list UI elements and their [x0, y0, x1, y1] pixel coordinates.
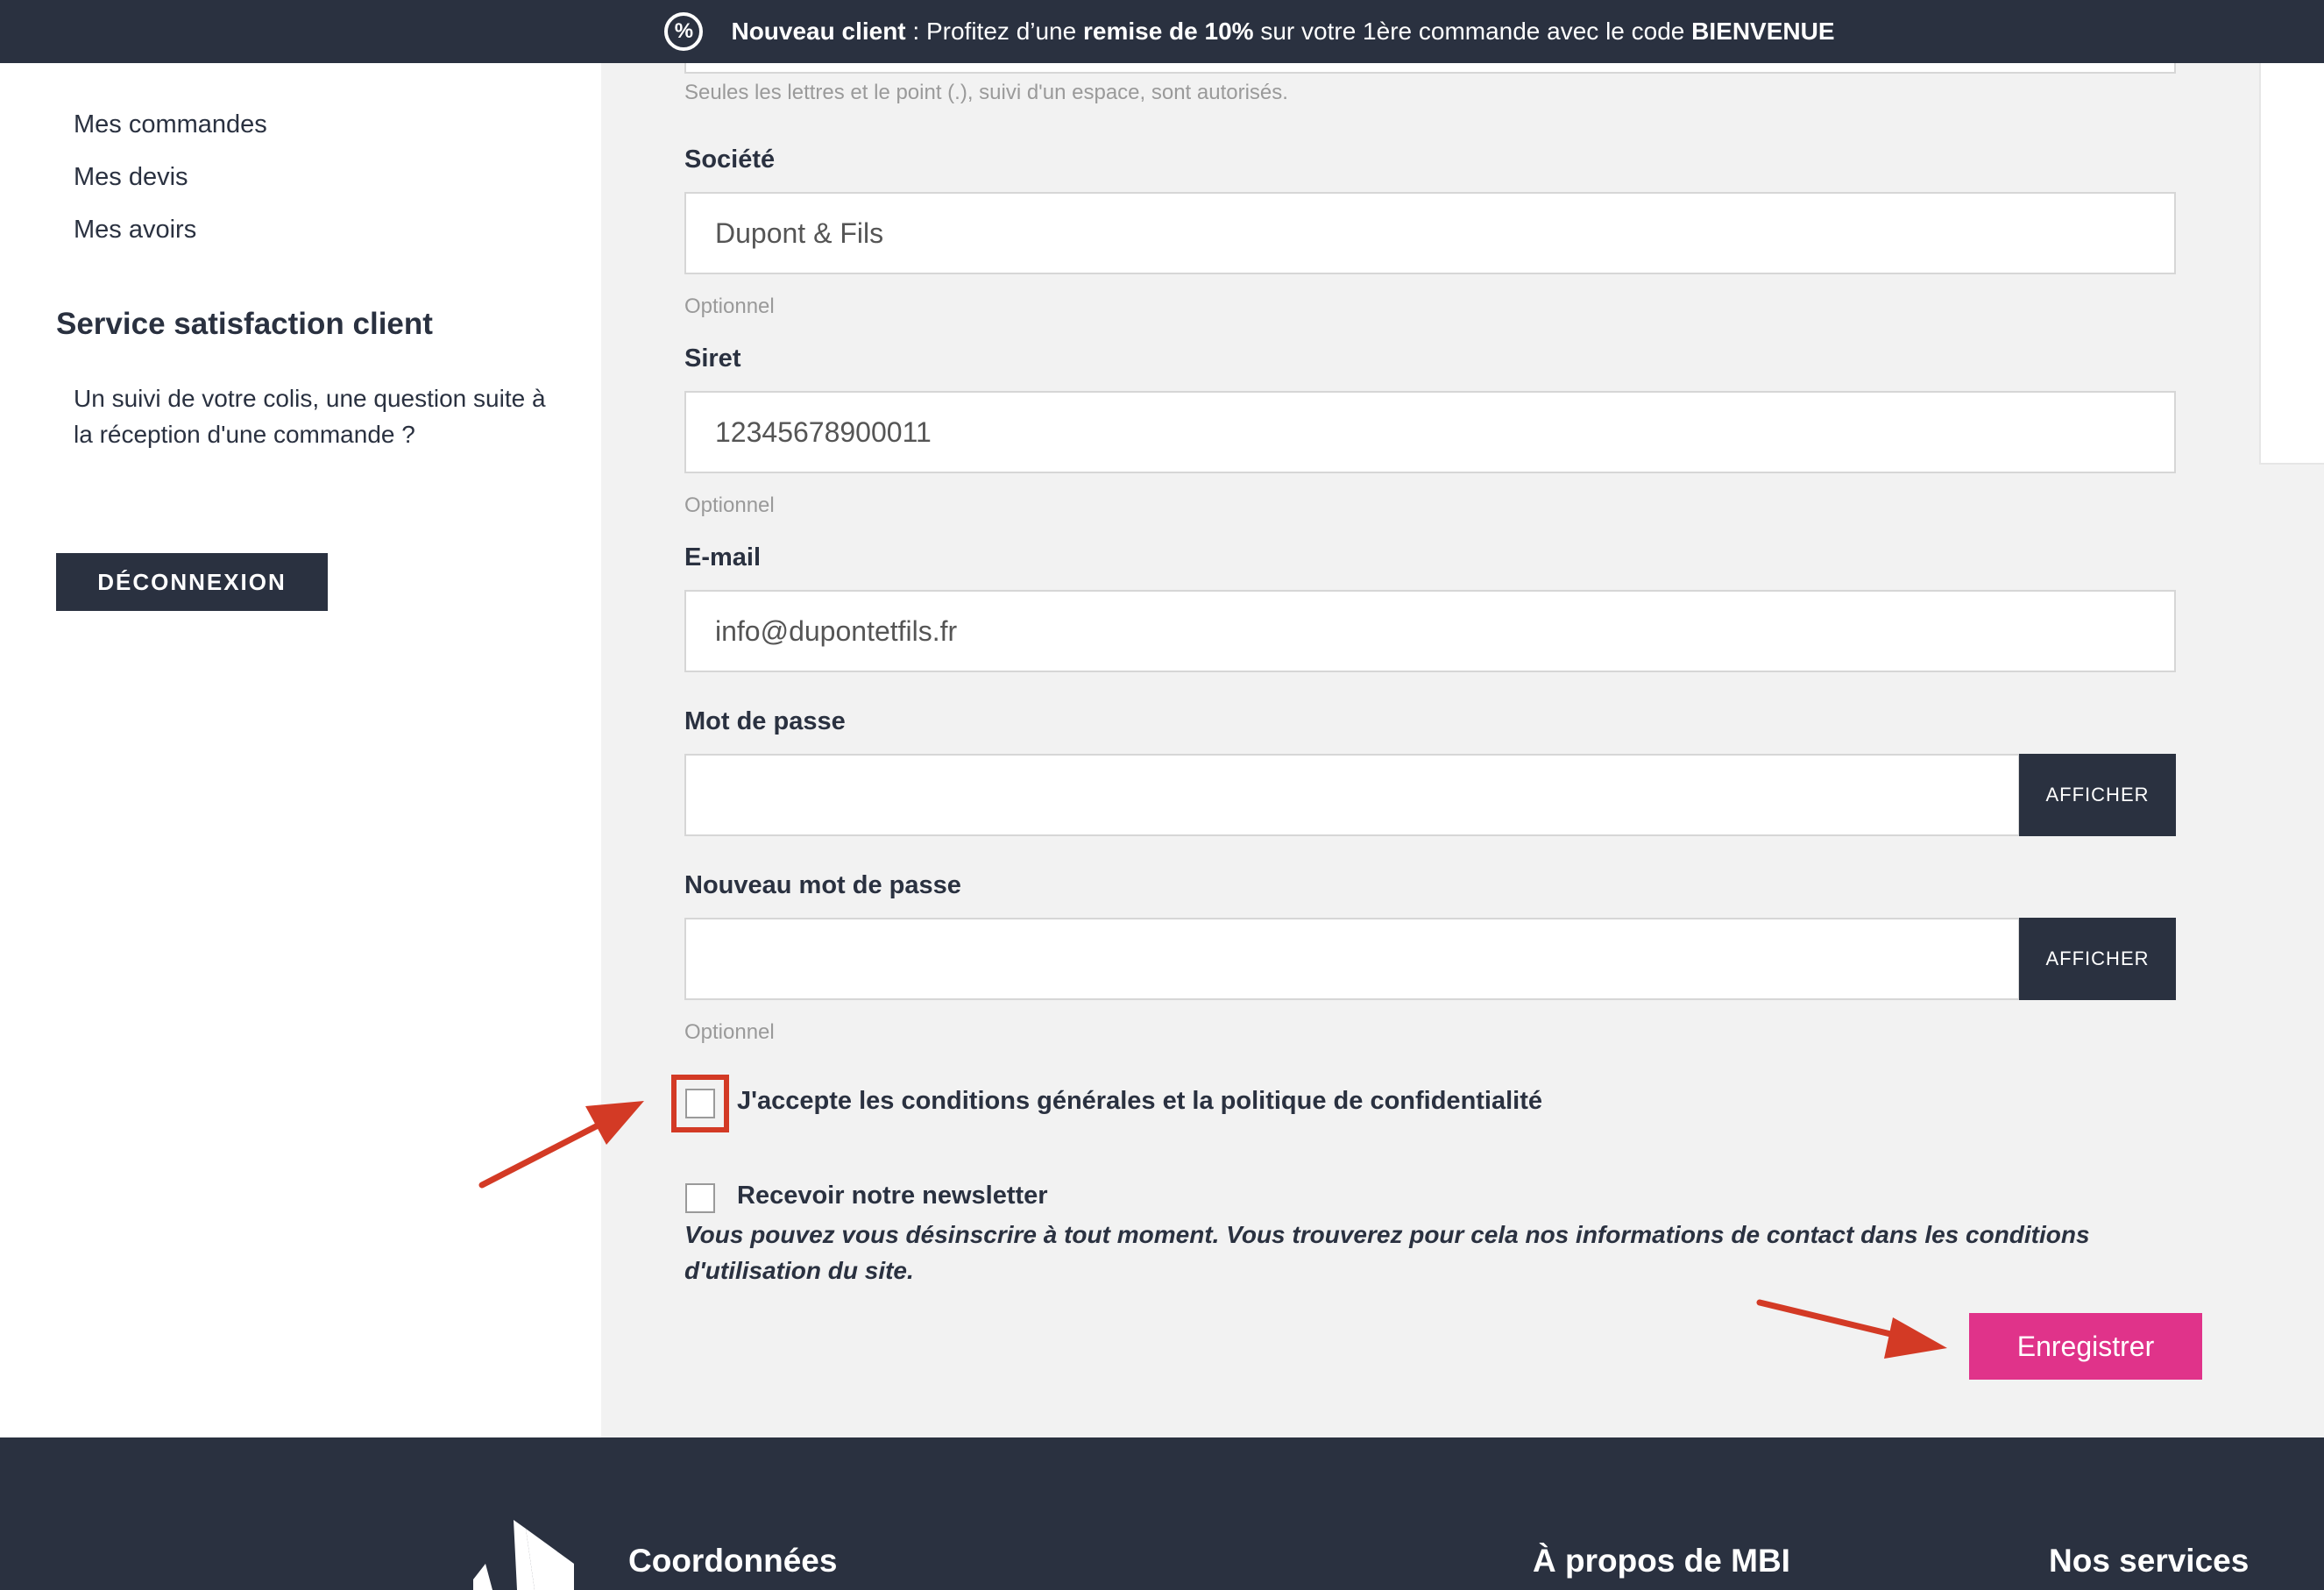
terms-checkbox[interactable]	[685, 1089, 715, 1118]
company-label: Société	[684, 146, 776, 174]
logout-button[interactable]: DÉCONNEXION	[56, 553, 328, 611]
percent-badge-icon: %	[664, 12, 704, 51]
footer-heading-services[interactable]: Nos services	[2049, 1543, 2249, 1579]
newsletter-label[interactable]: Recevoir notre newsletter	[737, 1182, 1048, 1210]
siret-input[interactable]	[684, 391, 2176, 473]
name-input-edge[interactable]	[684, 63, 2176, 74]
new-password-label: Nouveau mot de passe	[684, 871, 961, 899]
company-input[interactable]	[684, 192, 2176, 274]
promo-text-2: sur votre 1ère commande avec le code	[1253, 18, 1692, 45]
page: % Nouveau client : Profitez d’une remise…	[0, 0, 2324, 1590]
email-label: E-mail	[684, 543, 762, 571]
newsletter-note: Vous pouvez vous désinscrire à tout mome…	[684, 1221, 2090, 1284]
promo-separator: :	[905, 18, 926, 45]
promo-lead: Nouveau client	[731, 18, 906, 45]
sidebar-link-quotes[interactable]: Mes devis	[74, 163, 188, 192]
terms-label[interactable]: J'accepte les conditions générales et la…	[737, 1087, 1542, 1116]
service-heading: Service satisfaction client	[56, 307, 433, 341]
company-hint: Optionnel	[684, 295, 775, 318]
new-password-hint: Optionnel	[684, 1020, 775, 1044]
footer-heading-about[interactable]: À propos de MBI	[1533, 1543, 1790, 1579]
show-password-button[interactable]: AFFICHER	[2019, 754, 2176, 836]
promo-text-1: Profitez d’une	[925, 18, 1083, 45]
promo-discount: remise de 10%	[1082, 18, 1254, 45]
password-input[interactable]	[684, 754, 2020, 836]
promo-code: BIENVENUE	[1691, 18, 1835, 45]
sidebar-link-credits[interactable]: Mes avoirs	[74, 216, 196, 245]
site-footer: Coordonnées À propos de MBI Nos services	[0, 1437, 2324, 1590]
right-panel	[2259, 63, 2324, 465]
service-text: Un suivi de votre colis, une question su…	[74, 385, 546, 448]
sidebar-link-orders[interactable]: Mes commandes	[74, 110, 267, 139]
save-button[interactable]: Enregistrer	[1969, 1313, 2202, 1380]
siret-hint: Optionnel	[684, 493, 775, 517]
new-password-input[interactable]	[684, 918, 2020, 1000]
show-new-password-button[interactable]: AFFICHER	[2019, 918, 2176, 1000]
siret-label: Siret	[684, 344, 741, 373]
mbi-logo-icon	[473, 1520, 574, 1590]
name-hint: Seules les lettres et le point (.), suiv…	[684, 81, 1288, 104]
newsletter-checkbox[interactable]	[685, 1183, 715, 1213]
promo-banner: % Nouveau client : Profitez d’une remise…	[0, 0, 2324, 63]
footer-heading-contact[interactable]: Coordonnées	[628, 1543, 837, 1579]
account-sidebar: Mes commandes Mes devis Mes avoirs Servi…	[0, 63, 601, 1437]
password-label: Mot de passe	[684, 707, 846, 735]
email-input[interactable]	[684, 590, 2176, 672]
